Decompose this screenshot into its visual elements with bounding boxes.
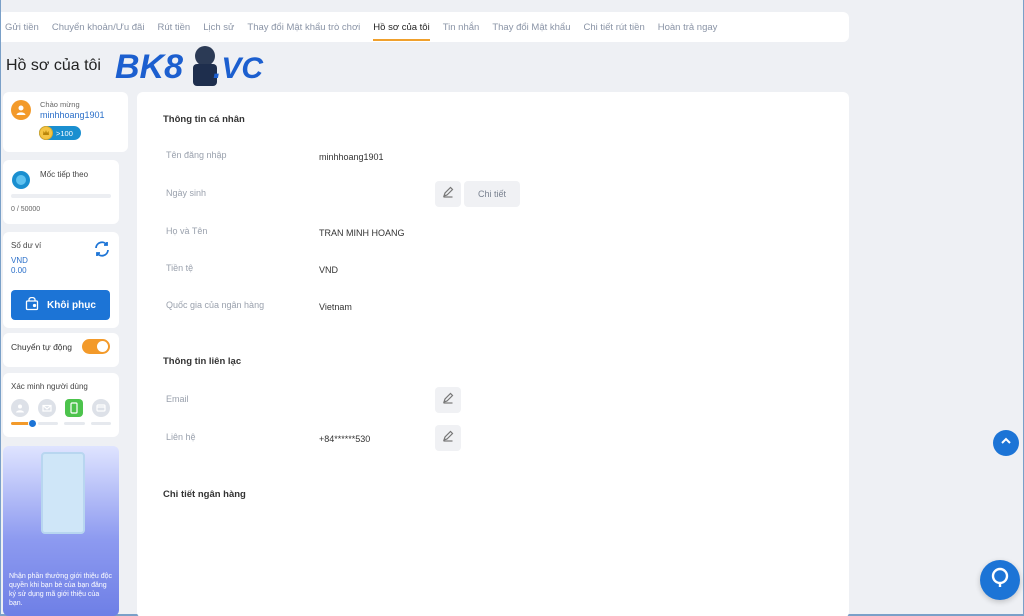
page-title: Hồ sơ của tôi: [6, 57, 101, 74]
auto-transfer-label: Chuyển tự động: [11, 342, 72, 352]
greeting-text: Chào mừng: [40, 100, 80, 109]
phone-value: +84******530: [319, 434, 371, 444]
milestone-progress-bar: [11, 194, 111, 198]
phone-illustration: [41, 452, 85, 534]
user-card: Chào mừng minhhoang1901 >100: [3, 92, 128, 152]
balance-currency: VND: [11, 256, 28, 265]
milestone-value: 0 / 50000: [11, 206, 41, 213]
edit-dob-button[interactable]: [435, 181, 461, 207]
avatar: [11, 100, 31, 120]
medal-icon: [11, 170, 31, 195]
tab-messages[interactable]: Tin nhắn: [443, 14, 480, 41]
phone-label: Liên hệ: [166, 432, 196, 442]
fullname-label: Họ và Tên: [166, 226, 208, 236]
level-value: >100: [56, 128, 73, 138]
verification-progress-marker: [28, 419, 37, 428]
bank-details-title: Chi tiết ngân hàng: [163, 489, 246, 500]
milestone-label: Mốc tiếp theo: [40, 170, 89, 179]
balance-label: Số dư ví: [11, 241, 42, 250]
verification-label: Xác minh người dùng: [11, 382, 88, 391]
pencil-icon: [442, 429, 454, 447]
user-icon[interactable]: [11, 399, 29, 417]
milestone-card: Mốc tiếp theo 0 / 50000: [3, 160, 119, 224]
scroll-to-top-button[interactable]: [993, 430, 1019, 456]
phone-icon[interactable]: [65, 399, 83, 417]
restore-button[interactable]: Khôi phục: [11, 290, 110, 320]
brand-logo: BK8 .VC: [113, 36, 265, 93]
currency-value: VND: [319, 265, 339, 275]
pencil-icon: [442, 391, 454, 409]
username: minhhoang1901: [40, 110, 105, 120]
personal-info-title: Thông tin cá nhân: [163, 114, 245, 125]
currency-label: Tiền tệ: [166, 263, 194, 273]
edit-phone-button[interactable]: [435, 425, 461, 451]
dob-label: Ngày sinh: [166, 188, 207, 198]
crown-icon: [39, 126, 53, 140]
tab-change-password[interactable]: Thay đổi Mật khẩu: [492, 14, 570, 41]
level-badge: >100: [39, 126, 81, 140]
chevron-up-icon: [1000, 434, 1012, 452]
username-value: minhhoang1901: [319, 152, 384, 162]
username-label: Tên đăng nhập: [166, 150, 227, 160]
email-icon[interactable]: [38, 399, 56, 417]
edit-email-button[interactable]: [435, 387, 461, 413]
bank-card-icon[interactable]: [92, 399, 110, 417]
svg-text:.VC: .VC: [213, 52, 264, 85]
tab-withdraw-details[interactable]: Chi tiết rút tiền: [583, 14, 644, 41]
svg-text:BK8: BK8: [115, 48, 183, 86]
live-chat-button[interactable]: [980, 560, 1020, 600]
email-label: Email: [166, 394, 189, 404]
contact-info-title: Thông tin liên lạc: [163, 356, 242, 367]
balance-value: 0.00: [11, 266, 27, 275]
chat-bubble-icon: [990, 567, 1010, 594]
restore-button-label: Khôi phục: [47, 299, 96, 311]
referral-promo-text: Nhận phần thưởng giới thiệu độc quyền kh…: [9, 573, 112, 607]
tab-my-profile[interactable]: Hồ sơ của tôi: [373, 14, 431, 41]
bank-country-label: Quốc gia của ngân hàng: [166, 300, 265, 310]
verification-card: Xác minh người dùng: [3, 373, 119, 437]
wallet-icon: [25, 296, 39, 314]
profile-panel: Thông tin cá nhân Tên đăng nhập minhhoan…: [137, 92, 849, 616]
toggle-knob: [97, 341, 108, 352]
pencil-icon: [442, 185, 454, 203]
auto-transfer-card: Chuyển tự động: [3, 333, 119, 367]
balance-card: Số dư ví VND 0.00 Khôi phục: [3, 232, 119, 328]
tab-rebate[interactable]: Hoàn trả ngay: [658, 14, 718, 41]
tab-deposit[interactable]: Gửi tiền: [5, 14, 39, 41]
auto-transfer-toggle[interactable]: [82, 339, 110, 354]
verification-progress: [11, 422, 111, 425]
dob-detail-button[interactable]: Chi tiết: [464, 181, 520, 207]
referral-promo-banner[interactable]: Nhận phần thưởng giới thiệu độc quyền kh…: [3, 446, 119, 616]
fullname-value: TRAN MINH HOANG: [319, 228, 405, 238]
refresh-icon[interactable]: [93, 240, 111, 263]
bank-country-value: Vietnam: [319, 302, 352, 312]
